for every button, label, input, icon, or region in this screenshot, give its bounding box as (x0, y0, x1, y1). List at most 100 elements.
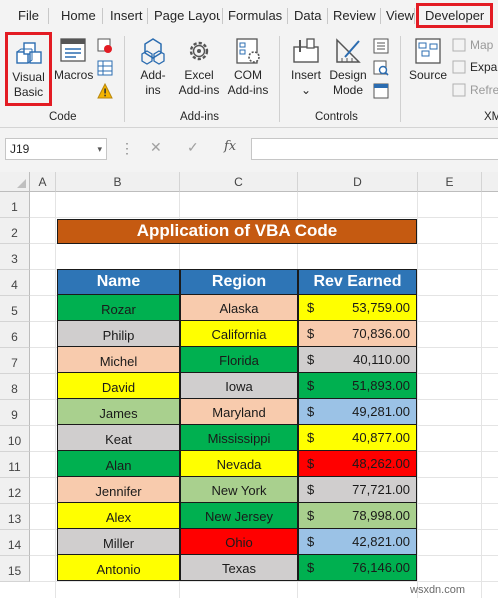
table-header-region[interactable]: Region (180, 269, 298, 295)
table-cell-name[interactable]: Antonio (57, 554, 180, 581)
column-header-b[interactable]: B (56, 172, 180, 192)
table-cell-rev-earned[interactable]: $51,893.00 (298, 372, 417, 399)
table-cell-rev-earned[interactable]: $76,146.00 (298, 554, 417, 581)
tab-data[interactable]: Data (294, 6, 321, 26)
name-box[interactable]: J19 ▾ (5, 138, 107, 160)
row-header-8[interactable]: 8 (0, 374, 30, 400)
sheet-title[interactable]: Application of VBA Code (57, 219, 417, 244)
view-code-icon[interactable] (373, 60, 389, 76)
source-button[interactable]: Source (407, 36, 449, 83)
formula-input[interactable] (251, 138, 498, 160)
table-cell-region[interactable]: New York (180, 476, 298, 503)
com-add-ins-button[interactable]: COM Add-ins (225, 36, 271, 98)
table-cell-rev-earned[interactable]: $77,721.00 (298, 476, 417, 503)
table-cell-region[interactable]: Maryland (180, 398, 298, 425)
insert-control-button[interactable]: Insert ⌄ (287, 36, 325, 98)
table-cell-name[interactable]: Michel (57, 346, 180, 373)
row-header-3[interactable]: 3 (0, 244, 30, 270)
table-header-rev-earned[interactable]: Rev Earned (298, 269, 417, 295)
enter-icon[interactable]: ✓ (187, 139, 199, 156)
row-header-4[interactable]: 4 (0, 270, 30, 296)
row-header-2[interactable]: 2 (0, 218, 30, 244)
drag-handle-icon[interactable]: ⋮ (120, 140, 135, 157)
table-cell-name[interactable]: Alex (57, 502, 180, 529)
row-header-11[interactable]: 11 (0, 452, 30, 478)
add-ins-button[interactable]: Add- ins (135, 36, 171, 98)
row-header-7[interactable]: 7 (0, 348, 30, 374)
table-cell-region[interactable]: Florida (180, 346, 298, 373)
chevron-down-icon[interactable]: ▾ (97, 139, 102, 159)
tab-formulas[interactable]: Formulas (228, 6, 282, 26)
currency-symbol: $ (307, 560, 315, 575)
table-cell-rev-earned[interactable]: $78,998.00 (298, 502, 417, 529)
table-cell-region[interactable]: Iowa (180, 372, 298, 399)
tab-review[interactable]: Review (333, 6, 376, 26)
row-header-13[interactable]: 13 (0, 504, 30, 530)
table-cell-name[interactable]: David (57, 372, 180, 399)
column-gridline (55, 192, 56, 598)
tab-view[interactable]: View (386, 6, 414, 26)
toolbox-icon (293, 38, 319, 63)
insert-function-icon[interactable]: fx (224, 139, 236, 154)
column-header-a[interactable]: A (30, 172, 56, 192)
visual-basic-label-line1: Visual (12, 70, 45, 84)
amount-value: 78,998.00 (352, 508, 410, 523)
table-cell-rev-earned[interactable]: $53,759.00 (298, 294, 417, 321)
macro-security-warning-icon[interactable] (97, 83, 113, 99)
select-all-corner[interactable] (0, 172, 30, 192)
table-cell-rev-earned[interactable]: $40,877.00 (298, 424, 417, 451)
table-cell-name[interactable]: Keat (57, 424, 180, 451)
expansion-packs-label[interactable]: Expa (470, 60, 497, 74)
table-cell-region[interactable]: Mississippi (180, 424, 298, 451)
table-cell-name[interactable]: Alan (57, 450, 180, 477)
table-cell-region[interactable]: New Jersey (180, 502, 298, 529)
visual-basic-button[interactable]: Visual Basic (5, 32, 52, 106)
tab-page-layout[interactable]: Page Layout (154, 6, 220, 26)
row-header-10[interactable]: 10 (0, 426, 30, 452)
row-header-6[interactable]: 6 (0, 322, 30, 348)
amount-value: 76,146.00 (352, 560, 410, 575)
table-cell-rev-earned[interactable]: $40,110.00 (298, 346, 417, 373)
macros-button[interactable]: Macros (54, 36, 93, 83)
tab-insert[interactable]: Insert (110, 6, 143, 26)
expansion-packs-icon (452, 60, 466, 74)
table-cell-rev-earned[interactable]: $48,262.00 (298, 450, 417, 477)
table-cell-region[interactable]: Alaska (180, 294, 298, 321)
column-header-d[interactable]: D (298, 172, 418, 192)
row-header-14[interactable]: 14 (0, 530, 30, 556)
table-cell-rev-earned[interactable]: $70,836.00 (298, 320, 417, 347)
design-mode-button[interactable]: Design Mode (327, 36, 369, 98)
tab-developer[interactable]: Developer (416, 3, 494, 28)
table-cell-region[interactable]: Texas (180, 554, 298, 581)
row-header-12[interactable]: 12 (0, 478, 30, 504)
column-header-e[interactable]: E (418, 172, 482, 192)
row-header-1[interactable]: 1 (0, 192, 30, 218)
properties-icon[interactable] (373, 38, 389, 54)
cancel-icon[interactable]: ✕ (150, 139, 162, 156)
table-cell-rev-earned[interactable]: $49,281.00 (298, 398, 417, 425)
group-separator (400, 36, 401, 122)
row-header-5[interactable]: 5 (0, 296, 30, 322)
table-cell-name[interactable]: Philip (57, 320, 180, 347)
table-cell-name[interactable]: Jennifer (57, 476, 180, 503)
record-macro-icon[interactable] (97, 38, 113, 54)
excel-add-ins-button[interactable]: Excel Add-ins (176, 36, 222, 98)
table-cell-rev-earned[interactable]: $42,821.00 (298, 528, 417, 555)
worksheet-grid[interactable]: A B C D E 1 2 3 4 5 6 7 8 9 10 11 12 13 14 15 Applicat… (0, 172, 498, 598)
table-cell-name[interactable]: James (57, 398, 180, 425)
table-cell-name[interactable]: Miller (57, 528, 180, 555)
table-cell-name[interactable]: Rozar (57, 294, 180, 321)
column-header-f[interactable] (482, 172, 498, 192)
table-cell-region[interactable]: California (180, 320, 298, 347)
table-header-name[interactable]: Name (57, 269, 180, 295)
relative-references-icon[interactable] (97, 60, 113, 76)
tab-file[interactable]: File (18, 6, 39, 26)
row-header-15[interactable]: 15 (0, 556, 30, 582)
column-header-c[interactable]: C (180, 172, 298, 192)
row-header-9[interactable]: 9 (0, 400, 30, 426)
table-cell-region[interactable]: Nevada (180, 450, 298, 477)
run-dialog-icon[interactable] (373, 83, 389, 99)
table-cell-region[interactable]: Ohio (180, 528, 298, 555)
tab-home[interactable]: Home (61, 6, 96, 26)
chevron-down-icon: ⌄ (300, 83, 312, 97)
